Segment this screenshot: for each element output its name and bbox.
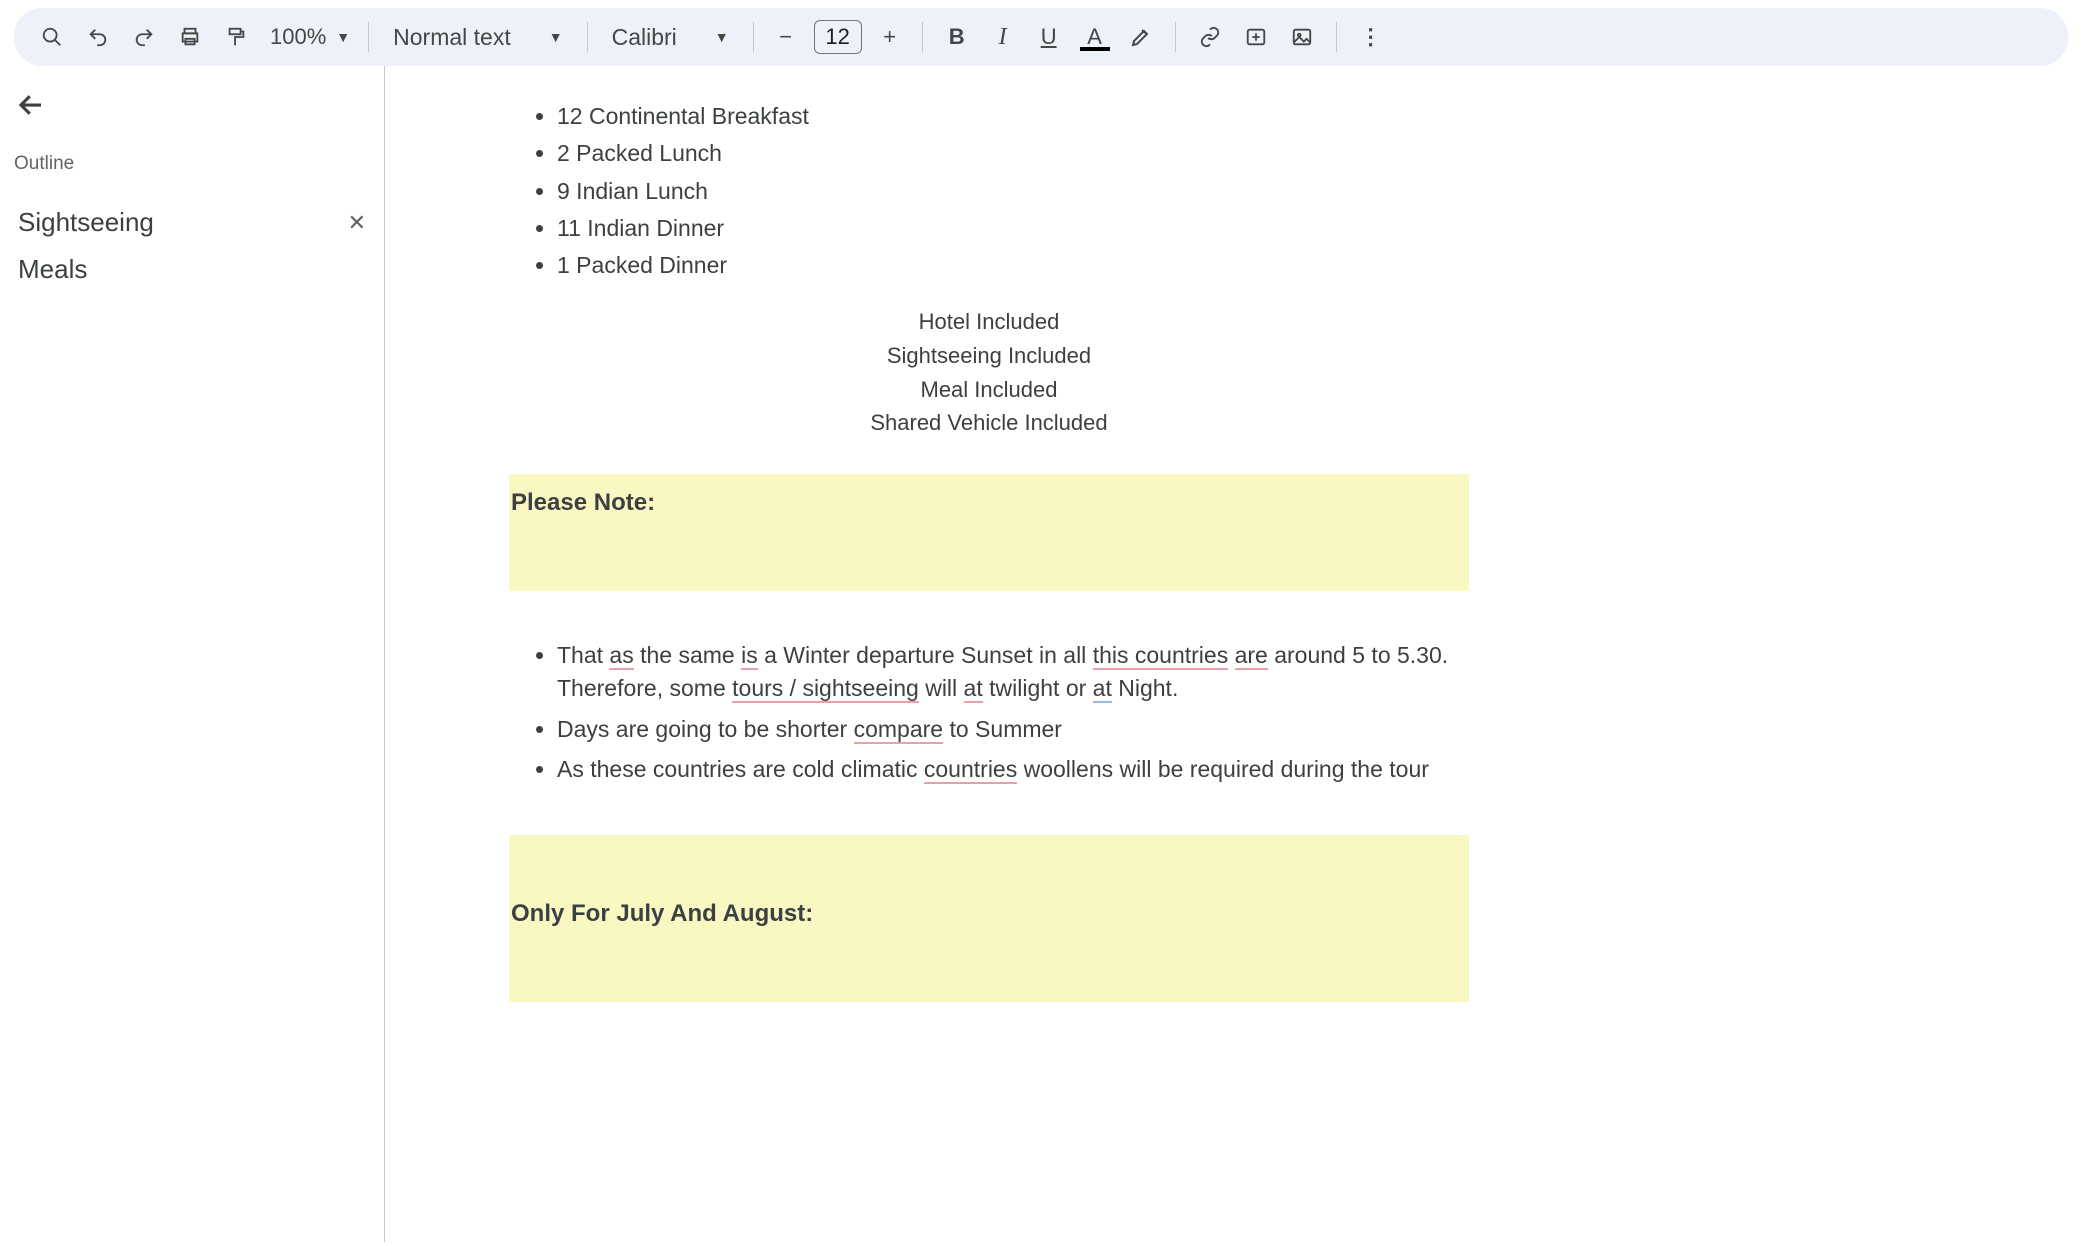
inclusions-block[interactable]: Hotel Included Sightseeing Included Meal… xyxy=(509,305,1469,441)
please-note-box[interactable]: Please Note: xyxy=(509,474,1469,591)
document-page[interactable]: 12 Continental Breakfast 2 Packed Lunch … xyxy=(509,98,1469,1002)
spellcheck-underline[interactable]: compare xyxy=(854,716,943,744)
separator xyxy=(1336,22,1337,52)
outline-item-sightseeing[interactable]: Sightseeing ✕ xyxy=(14,199,370,246)
separator xyxy=(753,22,754,52)
separator xyxy=(368,22,369,52)
search-icon[interactable] xyxy=(32,17,72,57)
font-size-input[interactable] xyxy=(814,20,862,54)
document-area[interactable]: 12 Continental Breakfast 2 Packed Lunch … xyxy=(384,66,2082,1242)
notes-list: That as the same is a Winter departure S… xyxy=(509,637,1469,788)
paint-format-icon[interactable] xyxy=(216,17,256,57)
outline-title: Outline xyxy=(14,153,370,175)
font-size-control: − + xyxy=(768,19,908,55)
inclusion-line: Meal Included xyxy=(509,373,1469,407)
chevron-down-icon: ▼ xyxy=(549,29,563,45)
insert-image-button[interactable] xyxy=(1282,17,1322,57)
meals-list: 12 Continental Breakfast 2 Packed Lunch … xyxy=(509,98,1469,285)
spellcheck-underline[interactable]: this countries xyxy=(1093,642,1229,670)
text-color-button[interactable]: A xyxy=(1075,17,1115,57)
zoom-value: 100% xyxy=(270,24,326,50)
spellcheck-underline[interactable]: tours / sightseeing xyxy=(732,675,919,703)
spellcheck-underline[interactable]: are xyxy=(1235,642,1268,670)
collapse-outline-button[interactable] xyxy=(16,90,370,129)
separator xyxy=(922,22,923,52)
text-color-swatch xyxy=(1080,47,1110,51)
paragraph-style-dropdown[interactable]: Normal text ▼ xyxy=(383,24,572,51)
outline-item-label: Sightseeing xyxy=(18,207,154,238)
spellcheck-underline[interactable]: as xyxy=(609,642,633,670)
list-item[interactable]: As these countries are cold climatic cou… xyxy=(557,751,1469,788)
list-item[interactable]: 9 Indian Lunch xyxy=(557,173,1469,210)
please-note-header: Please Note: xyxy=(509,486,1469,521)
chevron-down-icon: ▼ xyxy=(715,29,729,45)
outline-item-label: Meals xyxy=(18,254,87,285)
highlight-color-button[interactable] xyxy=(1121,17,1161,57)
list-item[interactable]: 12 Continental Breakfast xyxy=(557,98,1469,135)
list-item[interactable]: 11 Indian Dinner xyxy=(557,210,1469,247)
font-family-label: Calibri xyxy=(612,24,677,51)
increase-font-size-button[interactable]: + xyxy=(872,19,908,55)
list-item[interactable]: Days are going to be shorter compare to … xyxy=(557,711,1469,748)
spellcheck-underline[interactable]: at xyxy=(964,675,983,703)
print-icon[interactable] xyxy=(170,17,210,57)
zoom-dropdown[interactable]: 100% ▼ xyxy=(262,24,354,50)
insert-link-button[interactable] xyxy=(1190,17,1230,57)
more-options-button[interactable]: ⋮ xyxy=(1351,17,1391,57)
remove-outline-item-button[interactable]: ✕ xyxy=(348,210,366,236)
spellcheck-underline[interactable]: countries xyxy=(924,756,1017,784)
inclusion-line: Sightseeing Included xyxy=(509,339,1469,373)
decrease-font-size-button[interactable]: − xyxy=(768,19,804,55)
paragraph-style-label: Normal text xyxy=(393,24,511,51)
italic-button[interactable]: I xyxy=(983,17,1023,57)
outline-pane: Outline Sightseeing ✕ Meals xyxy=(0,66,384,1242)
outline-item-meals[interactable]: Meals xyxy=(14,246,370,293)
separator xyxy=(1175,22,1176,52)
toolbar: 100% ▼ Normal text ▼ Calibri ▼ − + B I U… xyxy=(14,8,2068,66)
only-for-header: Only For July And August: xyxy=(509,897,1469,932)
redo-icon[interactable] xyxy=(124,17,164,57)
only-for-box[interactable]: Only For July And August: xyxy=(509,835,1469,1002)
list-item[interactable]: 2 Packed Lunch xyxy=(557,135,1469,172)
list-item[interactable]: That as the same is a Winter departure S… xyxy=(557,637,1469,708)
separator xyxy=(587,22,588,52)
font-family-dropdown[interactable]: Calibri ▼ xyxy=(602,24,739,51)
bold-button[interactable]: B xyxy=(937,17,977,57)
spellcheck-underline[interactable]: is xyxy=(741,642,758,670)
add-comment-button[interactable] xyxy=(1236,17,1276,57)
grammar-underline[interactable]: at xyxy=(1093,675,1112,703)
list-item[interactable]: 1 Packed Dinner xyxy=(557,247,1469,284)
undo-icon[interactable] xyxy=(78,17,118,57)
inclusion-line: Shared Vehicle Included xyxy=(509,406,1469,440)
inclusion-line: Hotel Included xyxy=(509,305,1469,339)
chevron-down-icon: ▼ xyxy=(336,29,350,45)
underline-button[interactable]: U xyxy=(1029,17,1069,57)
